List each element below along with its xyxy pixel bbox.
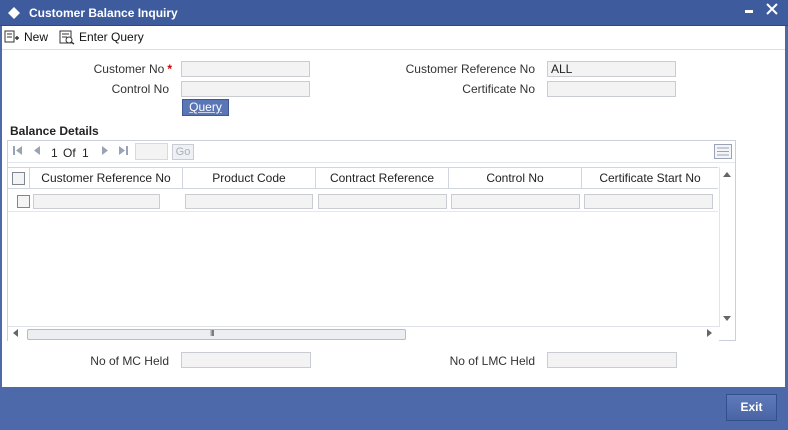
enter-query-label: Enter Query <box>79 30 144 44</box>
column-header-contract-reference[interactable]: Contract Reference <box>316 168 449 189</box>
mc-held-input[interactable] <box>181 352 311 368</box>
cell-contract-reference[interactable] <box>318 194 447 209</box>
control-no-label: Control No <box>111 82 169 96</box>
enter-query-icon <box>59 30 75 45</box>
total-pages: 1 <box>82 146 89 160</box>
exit-button[interactable]: Exit <box>726 394 777 421</box>
column-settings-icon[interactable] <box>714 144 732 159</box>
diamond-icon <box>8 7 20 19</box>
required-marker: * <box>167 62 172 76</box>
certificate-no-label: Certificate No <box>462 82 535 96</box>
scroll-grip: III <box>210 329 215 338</box>
column-header-control-no[interactable]: Control No <box>449 168 582 189</box>
table-header: Customer Reference No Product Code Contr… <box>8 167 718 189</box>
go-button[interactable]: Go <box>172 144 194 160</box>
of-label: Of <box>63 146 76 160</box>
customer-reference-no-label: Customer Reference No <box>405 62 535 76</box>
window-title: Customer Balance Inquiry <box>29 6 178 20</box>
customer-no-label-text: Customer No <box>93 62 165 76</box>
lmc-held-input[interactable] <box>547 352 677 368</box>
new-button[interactable]: New <box>4 28 48 46</box>
minimize-icon <box>745 10 753 13</box>
scroll-right-icon[interactable] <box>707 329 713 337</box>
customer-no-label: Customer No * <box>62 62 172 76</box>
control-no-input[interactable] <box>181 81 310 97</box>
content-panel: New Enter Query Customer No * Control No … <box>2 26 785 387</box>
scroll-up-icon[interactable] <box>723 171 731 177</box>
pager: 1 Of 1 Go <box>8 141 735 163</box>
new-record-icon <box>4 30 19 43</box>
previous-page-icon[interactable] <box>32 145 41 156</box>
customer-reference-no-input[interactable] <box>547 61 676 77</box>
table-row <box>8 190 718 212</box>
column-header-product-code[interactable]: Product Code <box>183 168 316 189</box>
new-button-label: New <box>24 30 49 44</box>
select-all-header <box>8 168 30 189</box>
query-button[interactable]: Query <box>182 99 229 116</box>
current-page: 1 <box>51 146 58 160</box>
vertical-scrollbar[interactable] <box>719 167 734 327</box>
cell-certificate-start-no[interactable] <box>584 194 713 209</box>
page-number-input[interactable] <box>135 143 168 160</box>
title-bar: Customer Balance Inquiry <box>0 0 788 26</box>
row-select-checkbox[interactable] <box>17 195 30 208</box>
footer-bar <box>0 387 788 430</box>
close-button[interactable] <box>766 2 778 20</box>
balance-details-grid: 1 Of 1 Go Customer Reference No Product … <box>7 140 736 341</box>
close-icon <box>766 3 778 15</box>
customer-no-input[interactable] <box>181 61 310 77</box>
certificate-no-input[interactable] <box>547 81 676 97</box>
scroll-left-icon[interactable] <box>12 329 18 337</box>
customer-balance-inquiry-window: Customer Balance Inquiry New Enter Query… <box>0 0 788 430</box>
enter-query-button[interactable]: Enter Query <box>58 28 144 46</box>
column-header-customer-reference-no[interactable]: Customer Reference No <box>30 168 183 189</box>
mc-held-label: No of MC Held <box>90 354 169 368</box>
cell-control-no[interactable] <box>451 194 580 209</box>
last-page-icon[interactable] <box>118 145 129 156</box>
column-header-certificate-start-no[interactable]: Certificate Start No <box>582 168 718 189</box>
scroll-down-icon[interactable] <box>723 316 731 322</box>
horizontal-scrollbar[interactable]: III <box>8 326 719 341</box>
cell-customer-reference-no[interactable] <box>33 194 160 209</box>
select-all-checkbox[interactable] <box>12 172 25 185</box>
balance-details-title: Balance Details <box>10 124 99 138</box>
toolbar: New Enter Query <box>2 26 785 50</box>
lmc-held-label: No of LMC Held <box>449 354 535 368</box>
first-page-icon[interactable] <box>12 145 23 156</box>
minimize-button[interactable] <box>744 2 754 19</box>
next-page-icon[interactable] <box>101 145 110 156</box>
horizontal-scroll-thumb[interactable]: III <box>27 329 406 340</box>
cell-product-code[interactable] <box>185 194 313 209</box>
